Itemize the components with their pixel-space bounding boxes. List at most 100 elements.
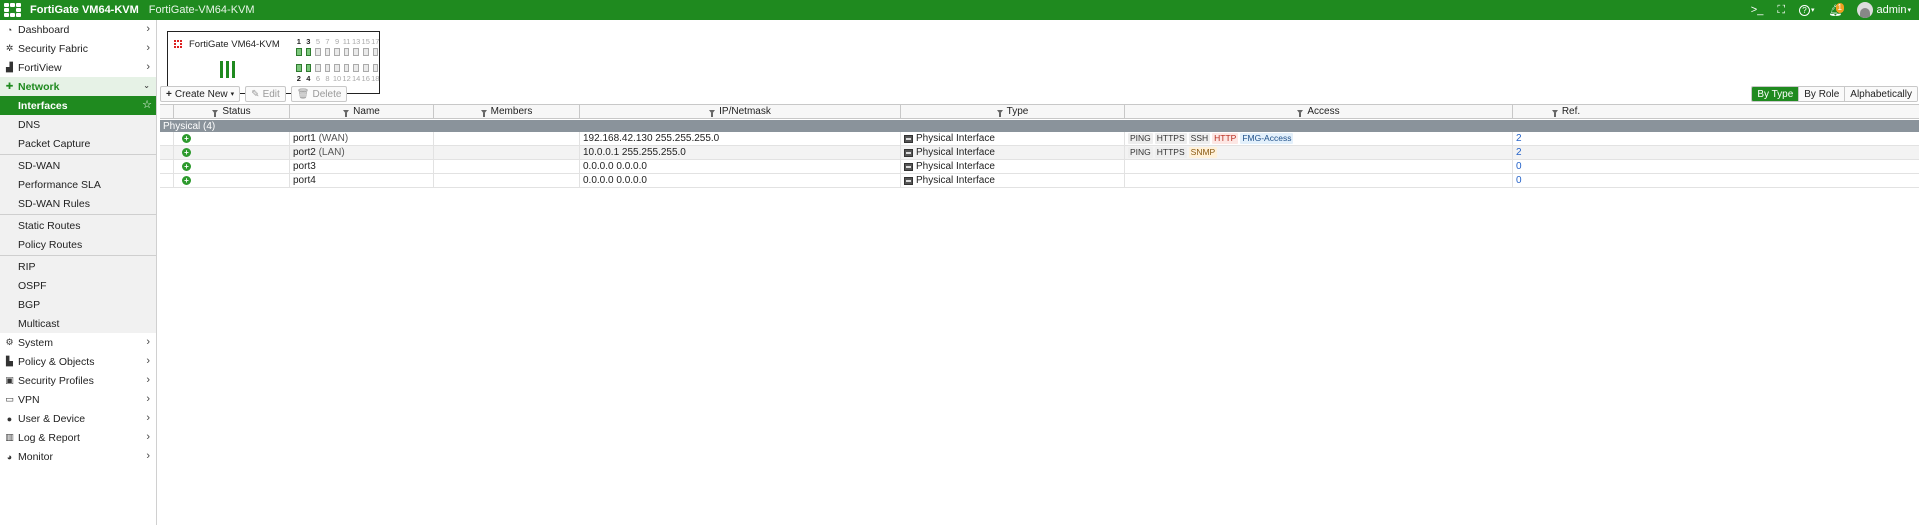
port-icon[interactable] — [305, 64, 312, 72]
table-row[interactable]: + port1 (WAN) 192.168.42.130 255.255.255… — [160, 132, 1919, 146]
column-header-ref[interactable]: Ref. — [1512, 105, 1619, 118]
delete-button[interactable]: 🗑︎ Delete — [290, 86, 348, 102]
sidebar-item-label: SD-WAN — [18, 159, 61, 172]
sidebar-item-label: DNS — [18, 118, 41, 131]
port-number: 4 — [306, 74, 311, 83]
filter-icon[interactable] — [343, 109, 350, 117]
port-icon[interactable] — [315, 64, 321, 72]
sidebar-item-vpn[interactable]: ▭ VPN › — [0, 390, 156, 409]
sidebar-item-user-device[interactable]: ● User & Device › — [0, 409, 156, 428]
row-select[interactable] — [160, 160, 173, 173]
cli-console-icon[interactable]: >_ — [1751, 4, 1764, 16]
port-icon[interactable] — [334, 48, 340, 56]
chevron-down-icon: ⌄ — [143, 81, 150, 90]
row-select[interactable] — [160, 146, 173, 159]
sidebar-item-static-routes[interactable]: Static Routes — [0, 216, 156, 235]
port-icon[interactable] — [296, 64, 302, 72]
column-header-access[interactable]: Access — [1124, 105, 1512, 118]
sidebar-item-dns[interactable]: DNS — [0, 115, 156, 134]
port-icon[interactable] — [315, 48, 321, 56]
alphabetically-button[interactable]: Alphabetically — [1844, 87, 1917, 101]
port-icon[interactable] — [372, 64, 379, 72]
sidebar-item-packet-capture[interactable]: Packet Capture — [0, 134, 156, 153]
bottom-port-row — [294, 64, 380, 74]
column-header-name[interactable]: Name — [289, 105, 433, 118]
ref-count-link[interactable]: 2 — [1512, 146, 1619, 159]
by-type-button[interactable]: By Type — [1752, 87, 1799, 101]
sidebar-item-security-fabric[interactable]: ✲ Security Fabric › — [0, 39, 156, 58]
filter-icon[interactable] — [480, 109, 487, 117]
port-number: 15 — [361, 37, 370, 46]
row-select[interactable] — [160, 132, 173, 145]
by-role-button[interactable]: By Role — [1798, 87, 1845, 101]
sidebar-item-rip[interactable]: RIP — [0, 257, 156, 276]
port-number: 18 — [371, 74, 380, 83]
sidebar-item-monitor[interactable]: ◕ Monitor › — [0, 447, 156, 466]
sidebar-item-log-report[interactable]: ▥ Log & Report › — [0, 428, 156, 447]
sidebar-item-system[interactable]: ⚙ System › — [0, 333, 156, 352]
row-select[interactable] — [160, 174, 173, 187]
type-label: Physical Interface — [916, 147, 995, 158]
port-icon[interactable] — [324, 64, 331, 72]
filter-icon[interactable] — [996, 109, 1003, 117]
port-icon[interactable] — [362, 48, 369, 56]
column-header-members[interactable]: Members — [433, 105, 579, 118]
sidebar-item-label: Log & Report — [18, 431, 80, 444]
port-number: 8 — [325, 74, 330, 83]
table-row[interactable]: + port2 (LAN) 10.0.0.1 255.255.255.0 Phy… — [160, 146, 1919, 160]
sidebar-item-policy-routes[interactable]: Policy Routes — [0, 235, 156, 254]
ref-count-link[interactable]: 0 — [1512, 160, 1619, 173]
top-right-controls: >_ ⛶ ? ▾ 🔔︎ 1 admin ▾ — [1751, 0, 1911, 20]
user-menu[interactable]: admin ▾ — [1856, 2, 1911, 18]
create-new-button[interactable]: + Create New ▾ — [160, 86, 241, 102]
sidebar-item-ospf[interactable]: OSPF — [0, 276, 156, 295]
interface-name: port3 — [293, 161, 316, 172]
port-icon[interactable] — [305, 48, 312, 56]
ref-count-link[interactable]: 0 — [1512, 174, 1619, 187]
sidebar: ◔ Dashboard › ✲ Security Fabric › ▟ Fort… — [0, 20, 157, 525]
port-icon[interactable] — [324, 48, 331, 56]
edit-button[interactable]: ✎ Edit — [245, 86, 286, 102]
ref-count-link[interactable]: 2 — [1512, 132, 1619, 145]
column-header-type[interactable]: Type — [900, 105, 1124, 118]
type-cell: Physical Interface — [900, 174, 1124, 187]
sidebar-item-sd-wan-rules[interactable]: SD-WAN Rules — [0, 194, 156, 213]
sidebar-item-sd-wan[interactable]: SD-WAN — [0, 156, 156, 175]
sidebar-item-interfaces[interactable]: Interfaces ☆ — [0, 96, 156, 115]
trash-icon: 🗑︎ — [296, 88, 310, 100]
column-header-ip[interactable]: IP/Netmask — [579, 105, 900, 118]
port-icon[interactable] — [362, 64, 369, 72]
select-column-header[interactable] — [160, 105, 173, 118]
status-cell: + — [173, 174, 289, 187]
port-icon[interactable] — [353, 48, 359, 56]
port-icon[interactable] — [372, 48, 379, 56]
group-header-physical[interactable]: Physical (4) — [160, 120, 1919, 132]
favorite-star-icon[interactable]: ☆ — [142, 98, 152, 111]
filter-icon[interactable] — [212, 109, 219, 117]
fullscreen-icon[interactable]: ⛶ — [1777, 4, 1785, 17]
sidebar-item-performance-sla[interactable]: Performance SLA — [0, 175, 156, 194]
sidebar-item-security-profiles[interactable]: ▣ Security Profiles › — [0, 371, 156, 390]
name-cell: port4 — [289, 174, 433, 187]
table-row[interactable]: + port3 0.0.0.0 0.0.0.0 Physical Interfa… — [160, 160, 1919, 174]
sidebar-item-multicast[interactable]: Multicast — [0, 314, 156, 333]
port-icon[interactable] — [296, 48, 302, 56]
filter-icon[interactable] — [1297, 109, 1304, 117]
filter-icon[interactable] — [709, 109, 716, 117]
port-icon[interactable] — [343, 64, 350, 72]
help-icon[interactable]: ? ▾ — [1799, 4, 1815, 16]
sidebar-item-bgp[interactable]: BGP — [0, 295, 156, 314]
sidebar-item-policy-objects[interactable]: ▙ Policy & Objects › — [0, 352, 156, 371]
filter-icon[interactable] — [1551, 109, 1558, 117]
notifications-bell-icon[interactable]: 🔔︎ 1 — [1829, 2, 1844, 17]
column-header-status[interactable]: Status — [173, 105, 289, 118]
sidebar-item-fortiview[interactable]: ▟ FortiView › — [0, 58, 156, 77]
port-number: 6 — [315, 74, 320, 83]
sidebar-item-network[interactable]: ✚ Network ⌄ — [0, 77, 156, 96]
port-icon[interactable] — [353, 64, 359, 72]
sidebar-item-dashboard[interactable]: ◔ Dashboard › — [0, 20, 156, 39]
port-number: 5 — [315, 37, 320, 46]
port-icon[interactable] — [343, 48, 350, 56]
table-row[interactable]: + port4 0.0.0.0 0.0.0.0 Physical Interfa… — [160, 174, 1919, 188]
port-icon[interactable] — [334, 64, 340, 72]
